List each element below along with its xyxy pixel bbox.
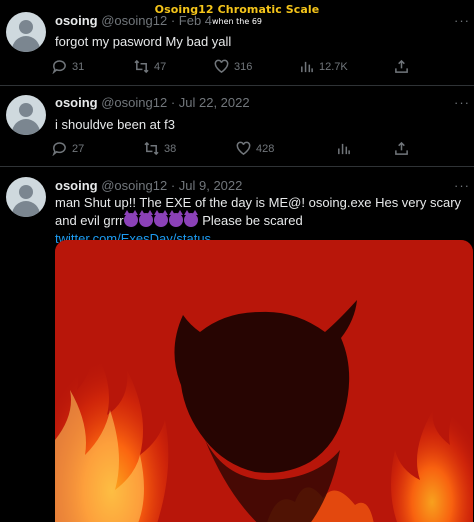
tweet-actions: 27 38 428 (52, 141, 412, 157)
like-count: 316 (234, 60, 253, 73)
tweet-text-part2: Please be scared (198, 213, 303, 228)
author-handle[interactable]: @osoing12 (101, 95, 167, 110)
views-count: 12.7K (319, 60, 348, 73)
reply-count: 27 (72, 142, 85, 155)
retweet-button[interactable]: 38 (144, 141, 176, 156)
reply-icon (52, 142, 66, 156)
share-button[interactable] (394, 141, 409, 156)
smiling-imp-emoji (153, 210, 168, 227)
smiling-imp-emoji (123, 210, 138, 227)
retweet-icon (134, 59, 149, 74)
like-button[interactable]: 316 (214, 59, 252, 74)
like-count: 428 (256, 142, 275, 155)
tweet-media-image[interactable] (55, 240, 473, 522)
views-icon (338, 143, 350, 155)
reply-icon (52, 60, 66, 74)
author-handle[interactable]: @osoing12 (101, 178, 167, 193)
meme-subtitle: when the 69 (212, 17, 262, 26)
reply-count: 31 (72, 60, 85, 73)
tweet-actions: 31 47 316 12.7K (52, 59, 412, 75)
more-icon[interactable]: ··· (454, 178, 470, 193)
smiling-imp-emoji (183, 210, 198, 227)
heart-icon (236, 141, 251, 156)
tweet-2[interactable]: osoing @osoing12 · Jul 22, 2022 ··· i sh… (0, 86, 474, 165)
smiling-imp-emoji (138, 210, 153, 227)
views-icon (301, 61, 313, 73)
tweet-date[interactable]: · Jul 9, 2022 (171, 178, 243, 193)
retweet-count: 38 (164, 142, 177, 155)
reply-button[interactable]: 31 (52, 59, 84, 74)
author-name[interactable]: osoing (55, 95, 98, 110)
share-button[interactable] (394, 59, 409, 74)
more-icon[interactable]: ··· (454, 95, 470, 110)
views-button[interactable]: 12.7K (299, 59, 348, 74)
tweet-date[interactable]: · Jul 22, 2022 (171, 95, 250, 110)
retweet-count: 47 (154, 60, 167, 73)
tweet-text: i shouldve been at f3 (55, 117, 175, 132)
share-icon (395, 59, 408, 73)
like-button[interactable]: 428 (236, 141, 274, 156)
views-button[interactable] (336, 141, 351, 156)
share-icon (395, 141, 408, 155)
author-name[interactable]: osoing (55, 178, 98, 193)
retweet-icon (144, 141, 159, 156)
retweet-button[interactable]: 47 (134, 59, 166, 74)
tweet-header: osoing @osoing12 · Jul 9, 2022 (55, 178, 242, 193)
heart-icon (214, 59, 229, 74)
reply-button[interactable]: 27 (52, 141, 84, 156)
meme-title: Osoing12 Chromatic Scale (154, 3, 320, 16)
avatar[interactable] (6, 95, 46, 135)
devil-silhouette-image (55, 240, 473, 522)
tweet-text: forgot my pasword My bad yall (55, 34, 232, 49)
avatar[interactable] (6, 177, 46, 217)
smiling-imp-emoji (168, 210, 183, 227)
tweet-header: osoing @osoing12 · Jul 22, 2022 (55, 95, 250, 110)
